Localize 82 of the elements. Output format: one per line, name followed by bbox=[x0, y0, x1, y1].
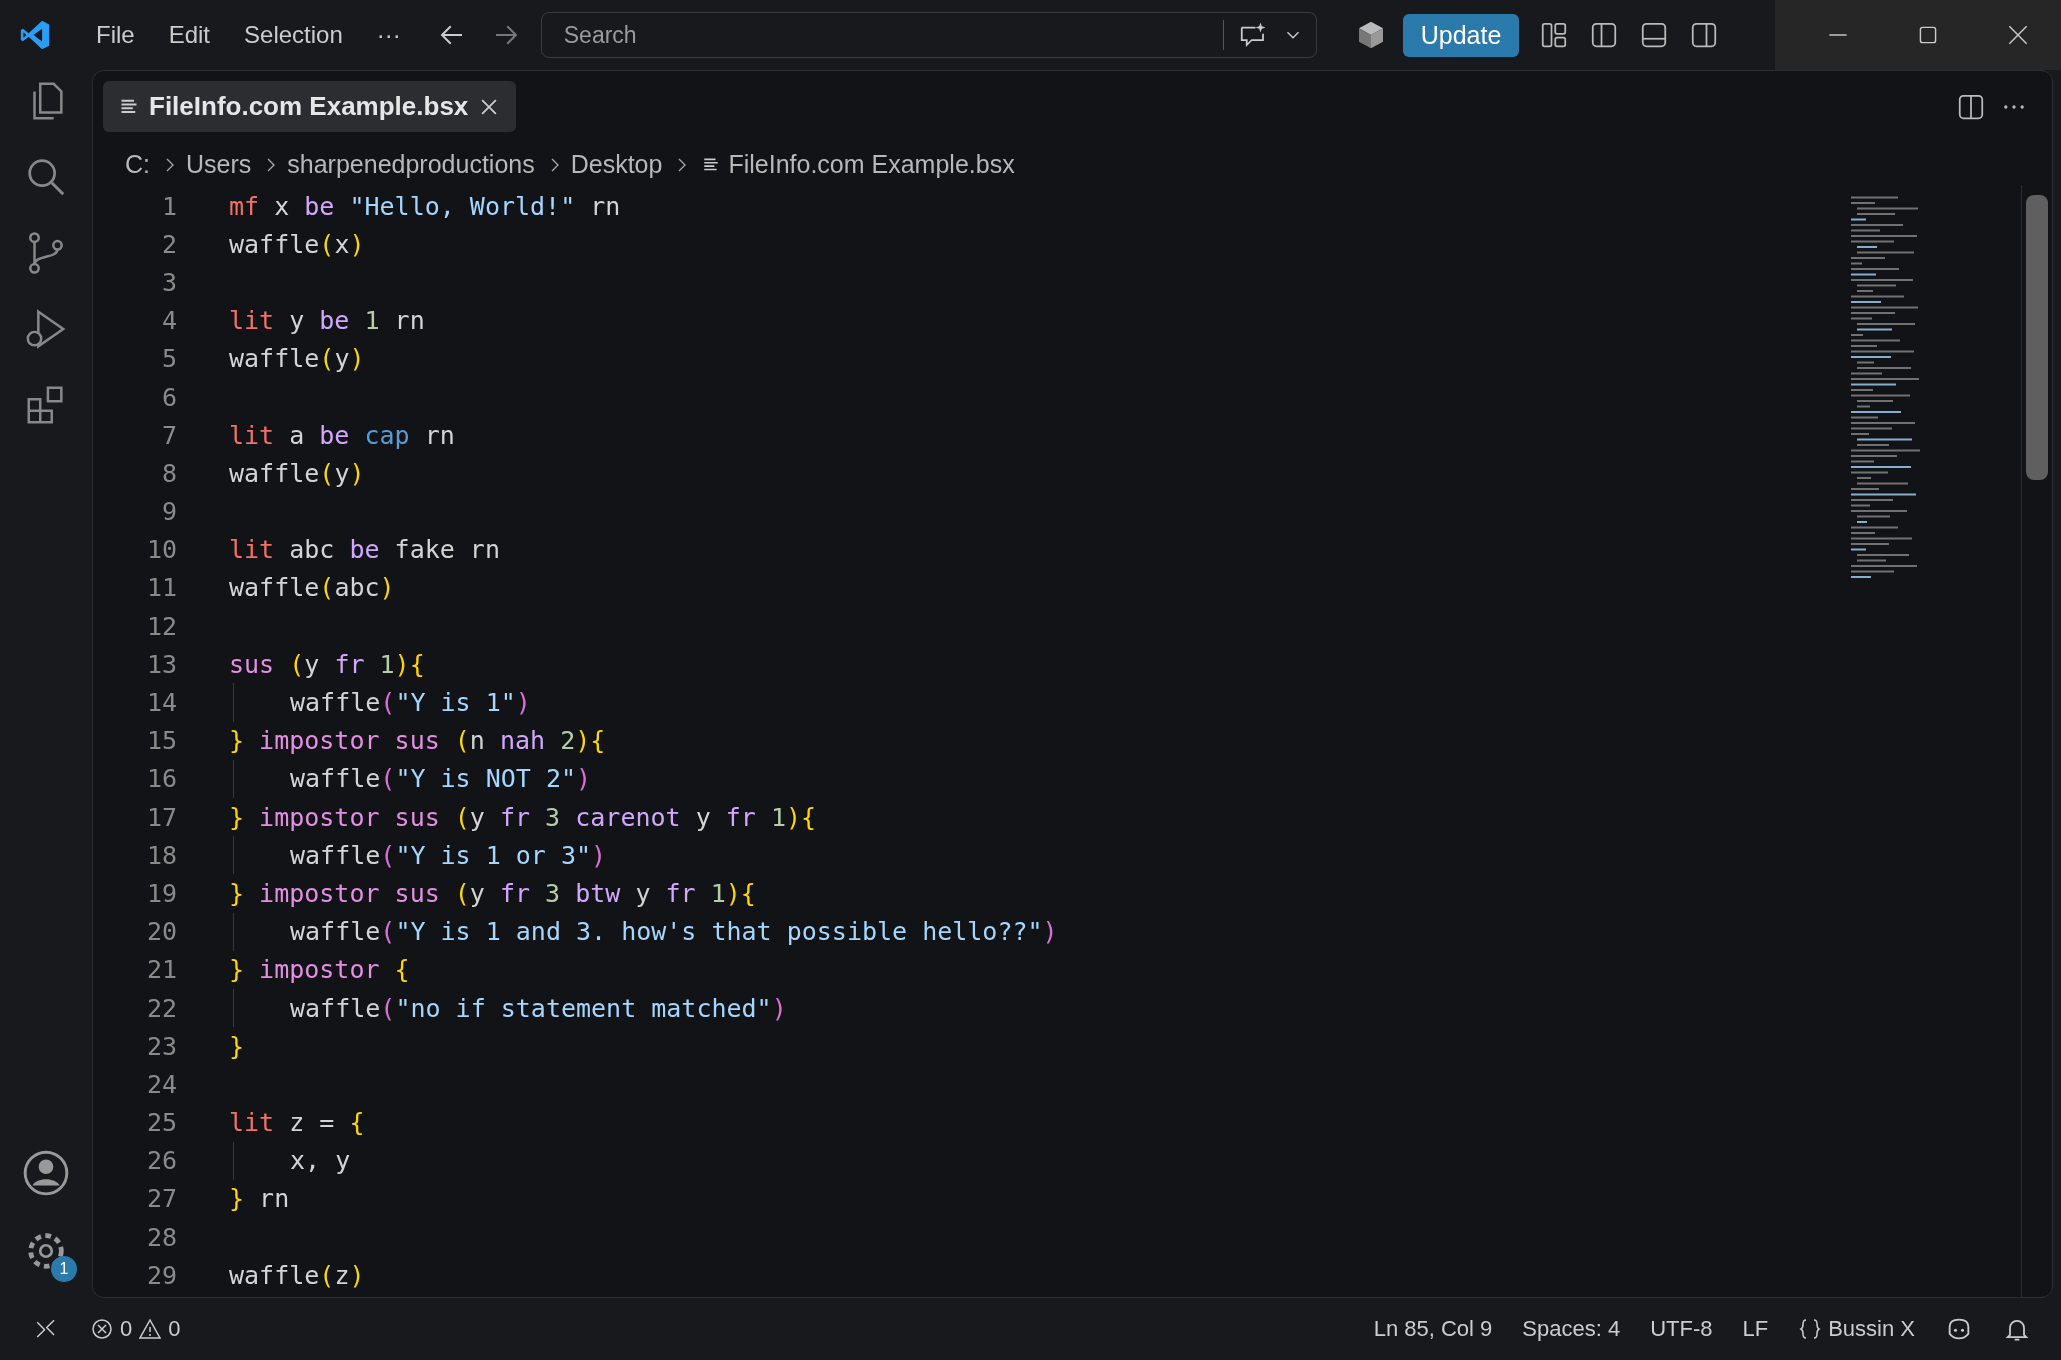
line-number: 20 bbox=[145, 917, 177, 947]
error-count: 0 bbox=[120, 1316, 133, 1342]
code-line: waffle(abc) bbox=[229, 573, 395, 603]
line-number: 3 bbox=[160, 267, 177, 297]
language-label: Bussin X bbox=[1828, 1316, 1915, 1342]
code-line: waffle(y) bbox=[229, 458, 365, 488]
line-number: 27 bbox=[145, 1184, 177, 1214]
app-logo-icon bbox=[18, 18, 52, 52]
line-number: 8 bbox=[160, 458, 177, 488]
line-number: 5 bbox=[160, 344, 177, 374]
line-number: 15 bbox=[145, 726, 177, 756]
account-icon[interactable] bbox=[21, 1148, 71, 1198]
line-number: 23 bbox=[145, 1031, 177, 1061]
line-number: 10 bbox=[145, 535, 177, 565]
status-item[interactable]: LF bbox=[1742, 1316, 1769, 1342]
warning-icon bbox=[138, 1317, 163, 1341]
line-number: 16 bbox=[145, 764, 177, 794]
code-line: waffle(x) bbox=[229, 229, 365, 259]
code-line: lit abc be fake rn bbox=[229, 535, 500, 565]
code-line: mf x be "Hello, World!" rn bbox=[229, 191, 621, 221]
code-line: waffle("Y is 1 and 3. how's that possible hello??") bbox=[290, 917, 1058, 947]
breadcrumb-item[interactable]: Users bbox=[186, 150, 252, 179]
tab-label: FileInfo.com Example.bsx bbox=[149, 91, 469, 122]
breadcrumb-item[interactable]: Desktop bbox=[570, 150, 663, 179]
language-mode[interactable]: Bussin X bbox=[1798, 1316, 1915, 1342]
line-number: 21 bbox=[145, 955, 177, 985]
search-box[interactable]: Search bbox=[540, 12, 1317, 58]
line-number: 2 bbox=[160, 229, 177, 259]
line-number: 19 bbox=[145, 878, 177, 908]
code-line: waffle("no if statement matched") bbox=[290, 993, 787, 1023]
code-line: } impostor { bbox=[229, 955, 410, 985]
breadcrumb-item[interactable]: sharpenedproductions bbox=[287, 150, 535, 179]
line-number: 4 bbox=[160, 306, 177, 336]
status-item[interactable]: Ln 85, Col 9 bbox=[1373, 1316, 1493, 1342]
menu-item[interactable]: File bbox=[84, 21, 147, 49]
code-line: } rn bbox=[229, 1184, 290, 1214]
line-number: 14 bbox=[145, 688, 177, 718]
line-number: 13 bbox=[145, 649, 177, 679]
menu-item[interactable]: Selection bbox=[232, 21, 355, 49]
code-line: x, y bbox=[290, 1146, 351, 1176]
update-button[interactable]: Update bbox=[1402, 13, 1520, 57]
status-item[interactable]: Spaces: 4 bbox=[1522, 1316, 1621, 1342]
code-line: } impostor sus (y fr 3 btw y fr 1){ bbox=[229, 878, 756, 908]
code-line: } impostor sus (y fr 3 carenot y fr 1){ bbox=[229, 802, 817, 832]
line-number: 26 bbox=[145, 1146, 177, 1176]
line-number: 29 bbox=[145, 1260, 177, 1290]
line-number: 25 bbox=[145, 1108, 177, 1138]
menu-item[interactable]: Edit bbox=[156, 21, 223, 49]
status-item[interactable]: UTF-8 bbox=[1650, 1316, 1713, 1342]
line-number: 9 bbox=[160, 497, 177, 527]
code-line: lit y be 1 rn bbox=[229, 306, 425, 336]
breadcrumb-item[interactable]: FileInfo.com Example.bsx bbox=[728, 150, 1015, 179]
search-field[interactable]: Search bbox=[561, 20, 1209, 50]
code-line: lit a be cap rn bbox=[229, 420, 455, 450]
breadcrumb-item[interactable]: C: bbox=[125, 150, 150, 179]
line-number: 12 bbox=[145, 611, 177, 641]
code-line: } impostor sus (n nah 2){ bbox=[229, 726, 606, 756]
code-line: waffle("Y is 1 or 3") bbox=[290, 840, 607, 870]
scrollbar-thumb[interactable] bbox=[2026, 195, 2048, 480]
line-number: 17 bbox=[145, 802, 177, 832]
error-icon bbox=[90, 1317, 114, 1341]
code-line: waffle("Y is 1") bbox=[290, 688, 531, 718]
braces-icon bbox=[1798, 1317, 1823, 1341]
line-number: 28 bbox=[145, 1222, 177, 1252]
code-line: lit z = { bbox=[229, 1108, 365, 1138]
line-number: 18 bbox=[145, 840, 177, 870]
line-number: 24 bbox=[145, 1069, 177, 1099]
code-line: waffle(z) bbox=[229, 1260, 365, 1290]
warning-count: 0 bbox=[168, 1316, 181, 1342]
code-line: } bbox=[229, 1031, 245, 1061]
line-number: 1 bbox=[160, 191, 177, 221]
line-number: 7 bbox=[160, 420, 177, 450]
problems-indicator[interactable]: 0 0 bbox=[90, 1316, 181, 1342]
menu-item[interactable]: ··· bbox=[364, 21, 413, 49]
code-line: sus (y fr 1){ bbox=[229, 649, 425, 679]
code-line: waffle("Y is NOT 2") bbox=[290, 764, 592, 794]
line-number: 6 bbox=[160, 382, 177, 412]
notification-badge: 1 bbox=[51, 1256, 77, 1282]
editor-tab[interactable]: FileInfo.com Example.bsx bbox=[103, 81, 517, 132]
line-number: 22 bbox=[145, 993, 177, 1023]
line-number: 11 bbox=[145, 573, 177, 603]
code-line: waffle(y) bbox=[229, 344, 365, 374]
